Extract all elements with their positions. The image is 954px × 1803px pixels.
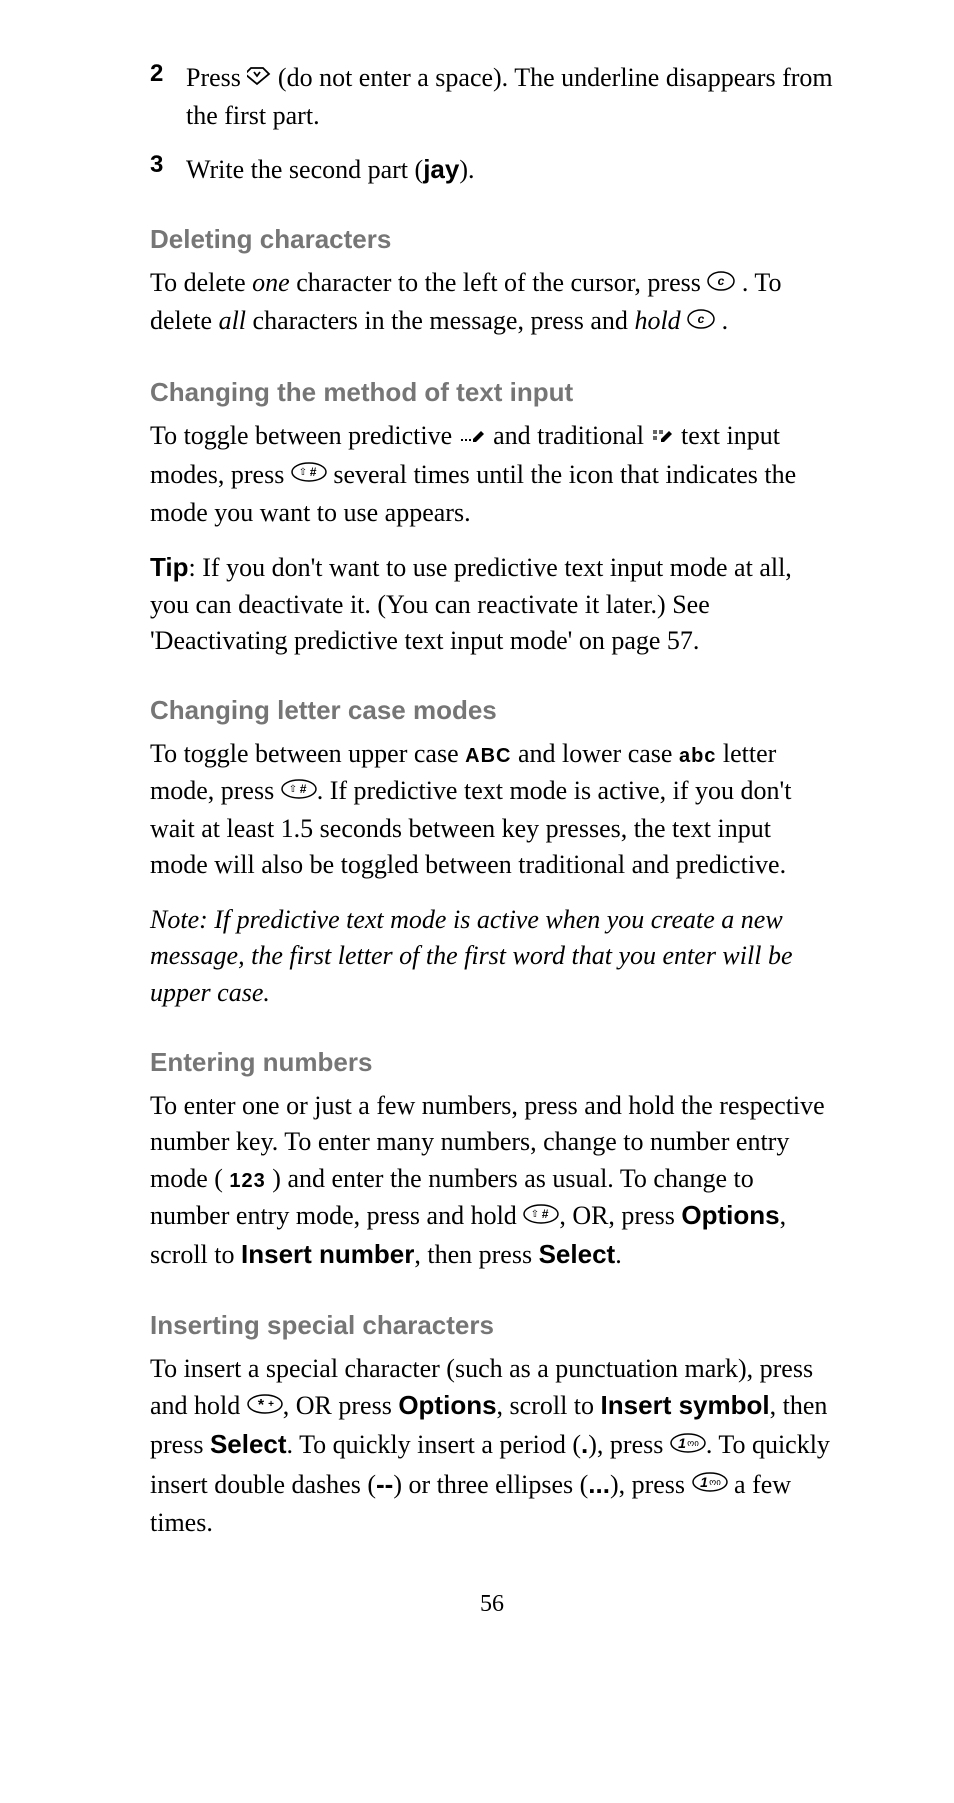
italic-text: one: [252, 268, 290, 297]
bold-text: jay: [423, 154, 459, 184]
traditional-icon: [651, 418, 675, 454]
one-key-icon: [670, 1427, 706, 1463]
page-number: 56: [150, 1591, 834, 1618]
text: Press: [186, 63, 247, 92]
step-number: 3: [150, 151, 186, 188]
section-header-special: Inserting special characters: [150, 1310, 834, 1341]
paragraph: To delete one character to the left of t…: [150, 265, 834, 341]
text: and lower case: [511, 739, 678, 768]
text: Write the second part (: [186, 155, 423, 184]
options-label: Options: [398, 1390, 496, 1420]
text: .: [615, 1240, 622, 1269]
paragraph: To toggle between predictive and traditi…: [150, 418, 834, 531]
text: , OR, press: [559, 1201, 681, 1230]
step-number: 2: [150, 60, 186, 135]
options-label: Options: [681, 1200, 779, 1230]
predictive-icon: [459, 418, 487, 454]
text: ), press: [588, 1430, 670, 1459]
select-label: Select: [539, 1239, 616, 1269]
c-key-icon: [687, 303, 715, 339]
text: (do not enter a space). The underline di…: [186, 63, 833, 130]
text: .: [715, 306, 728, 335]
hash-key-icon: [291, 456, 327, 492]
text: , OR press: [283, 1391, 399, 1420]
step-2: 2 Press (do not enter a space). The unde…: [150, 60, 834, 135]
italic-text: all: [219, 306, 246, 335]
text: , then press: [414, 1240, 538, 1269]
hash-key-icon: [281, 773, 317, 809]
hash-key-icon: [523, 1198, 559, 1234]
note-paragraph: Note: If predictive text mode is active …: [150, 902, 834, 1011]
insert-symbol-label: Insert symbol: [601, 1390, 770, 1420]
text: To toggle between upper case: [150, 739, 465, 768]
ellipsis-char: ...: [588, 1469, 610, 1499]
insert-number-label: Insert number: [241, 1239, 414, 1269]
document-page: 2 Press (do not enter a space). The unde…: [0, 0, 954, 1658]
text: character to the left of the cursor, pre…: [290, 268, 708, 297]
dashes-char: --: [376, 1469, 393, 1499]
tip-label: Tip: [150, 552, 189, 582]
text: To toggle between predictive: [150, 421, 459, 450]
one-key-icon: [692, 1466, 728, 1502]
section-header-deleting: Deleting characters: [150, 224, 834, 255]
paragraph: To insert a special character (such as a…: [150, 1351, 834, 1541]
abc-upper-icon: ABC: [465, 745, 511, 767]
italic-text: hold: [634, 306, 680, 335]
c-key-icon: [707, 265, 735, 301]
text: ), press: [610, 1470, 692, 1499]
section-header-case: Changing letter case modes: [150, 695, 834, 726]
abc-lower-icon: abc: [679, 745, 716, 767]
step-body: Write the second part (jay).: [186, 151, 475, 188]
section-header-numbers: Entering numbers: [150, 1047, 834, 1078]
step-3: 3 Write the second part (jay).: [150, 151, 834, 188]
paragraph: To enter one or just a few numbers, pres…: [150, 1088, 834, 1274]
step-body: Press (do not enter a space). The underl…: [186, 60, 834, 135]
text: , scroll to: [497, 1391, 601, 1420]
text: . To quickly insert a period (: [287, 1430, 581, 1459]
text: ) or three ellipses (: [393, 1470, 588, 1499]
down-scroll-icon: [247, 60, 271, 96]
number-mode-icon: 123: [229, 1170, 265, 1192]
text: and traditional: [487, 421, 651, 450]
paragraph: To toggle between upper case ABC and low…: [150, 736, 834, 883]
text: : If you don't want to use predictive te…: [150, 553, 792, 655]
paragraph: Tip: If you don't want to use predictive…: [150, 549, 834, 659]
select-label: Select: [210, 1429, 287, 1459]
text: characters in the message, press and: [246, 306, 634, 335]
section-header-method: Changing the method of text input: [150, 377, 834, 408]
text: To delete: [150, 268, 252, 297]
text: ).: [459, 155, 474, 184]
star-key-icon: [247, 1388, 283, 1424]
